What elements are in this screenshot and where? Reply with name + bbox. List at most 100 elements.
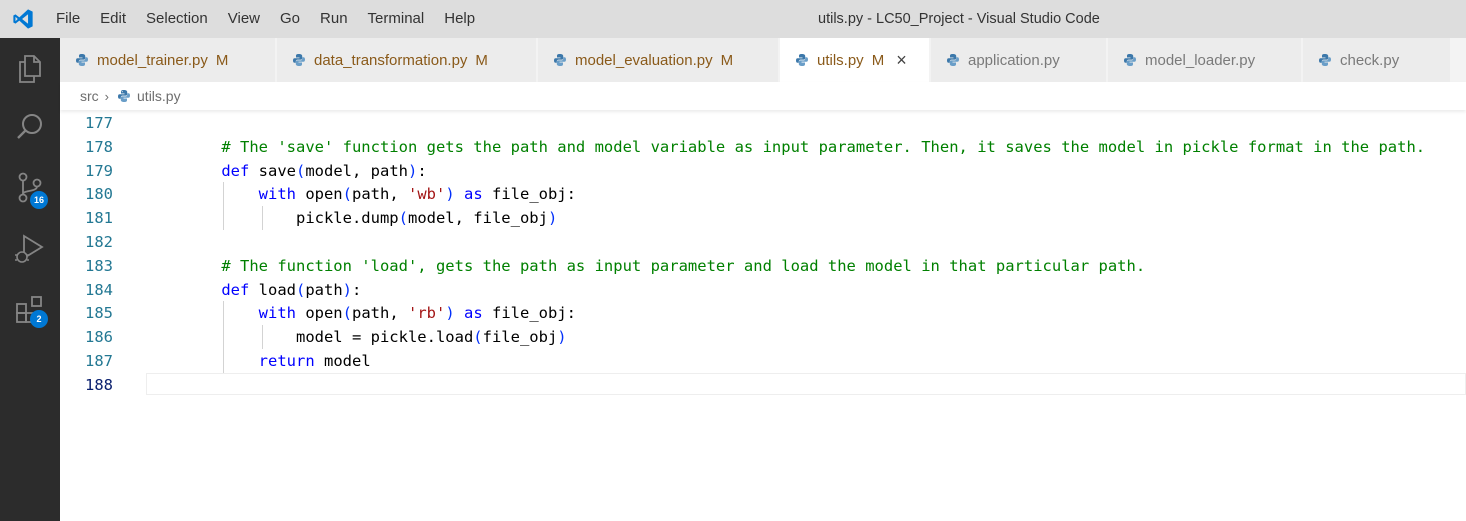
code-line[interactable]: 179 def save(model, path): <box>60 159 1466 183</box>
code-token: : <box>352 280 362 299</box>
code-token: ) <box>408 161 418 180</box>
extensions-button[interactable]: 2 <box>0 282 60 338</box>
tab-data-transformation-py[interactable]: data_transformation.py M <box>277 38 537 82</box>
code-token: model, file_obj <box>407 209 548 228</box>
menu-terminal[interactable]: Terminal <box>358 0 435 38</box>
line-number: 182 <box>85 233 113 251</box>
code-token: ) <box>445 304 455 323</box>
tab-utils-py[interactable]: utils.py M × <box>780 38 930 82</box>
tab-model-evaluation-py[interactable]: model_evaluation.py M <box>538 38 779 82</box>
code-token: def <box>221 161 250 180</box>
python-file-icon <box>292 53 306 67</box>
line-number: 178 <box>85 137 113 156</box>
code-token: load <box>249 280 296 299</box>
menu-go[interactable]: Go <box>270 0 310 38</box>
code-text: pickle.dump(model, file_obj) <box>184 206 557 230</box>
indent-guide <box>261 325 263 349</box>
line-number: 186 <box>85 328 113 347</box>
line-number: 177 <box>85 114 113 132</box>
code-token: with <box>258 185 296 204</box>
code-line[interactable]: 183 # The function 'load', gets the path… <box>60 254 1466 278</box>
indent-guide <box>222 301 224 373</box>
code-token: 'rb' <box>408 304 446 323</box>
breadcrumb-file[interactable]: utils.py <box>137 88 181 104</box>
code-text: model = pickle.load(file_obj) <box>184 325 567 349</box>
code-line[interactable]: 188 <box>60 373 1466 397</box>
code-token: ( <box>342 304 352 323</box>
menu-run[interactable]: Run <box>310 0 358 38</box>
tab-label: model_trainer.py <box>97 51 208 69</box>
code-token: model = pickle.load <box>295 328 474 347</box>
source-control-badge: 16 <box>30 191 48 209</box>
tab-model-trainer-py[interactable]: model_trainer.py M <box>60 38 276 82</box>
menu-file[interactable]: File <box>46 0 90 38</box>
code-token: path, <box>352 304 408 323</box>
code-text: with open(path, 'rb') as file_obj: <box>184 301 576 325</box>
close-tab-icon[interactable]: × <box>896 50 907 71</box>
code-line[interactable]: 178 # The 'save' function gets the path … <box>60 135 1466 159</box>
code-text: with open(path, 'wb') as file_obj: <box>184 182 576 206</box>
code-token: ) <box>547 209 558 228</box>
code-line[interactable]: 184 def load(path): <box>60 278 1466 302</box>
code-token: ( <box>398 209 408 228</box>
menu-selection[interactable]: Selection <box>136 0 218 38</box>
code-line[interactable]: 185 with open(path, 'rb') as file_obj: <box>60 301 1466 325</box>
code-token: def <box>221 280 250 299</box>
run-debug-button[interactable] <box>0 221 60 277</box>
menu-help[interactable]: Help <box>434 0 485 38</box>
code-line[interactable]: 180 with open(path, 'wb') as file_obj: <box>60 182 1466 206</box>
source-control-button[interactable]: 16 <box>0 160 60 216</box>
run-debug-icon <box>15 234 44 263</box>
tab-application-py[interactable]: application.py <box>931 38 1107 82</box>
menu-edit[interactable]: Edit <box>90 0 136 38</box>
code-line[interactable]: 177 <box>60 111 1466 135</box>
code-editor[interactable]: 177 178 # The 'save' function gets the pa… <box>60 110 1466 521</box>
tab-label: data_transformation.py <box>314 51 468 69</box>
search-icon <box>17 114 42 139</box>
line-number: 188 <box>85 375 113 394</box>
code-token: pickle.dump <box>295 209 399 228</box>
explorer-button[interactable] <box>0 41 60 97</box>
tab-label: application.py <box>968 51 1060 69</box>
python-file-icon <box>946 53 960 67</box>
line-number: 181 <box>85 209 113 228</box>
tab-model-loader-py[interactable]: model_loader.py <box>1108 38 1302 82</box>
tab-label: model_loader.py <box>1145 51 1256 69</box>
code-token: ( <box>342 185 352 204</box>
code-text: return model <box>184 349 371 373</box>
code-token: ) <box>445 185 455 204</box>
code-line[interactable]: 181 pickle.dump(model, file_obj) <box>60 206 1466 230</box>
tab-label: utils.py <box>817 51 864 69</box>
menu-view[interactable]: View <box>218 0 270 38</box>
search-button[interactable] <box>0 99 60 155</box>
code-token: path <box>305 280 343 299</box>
code-token: # The function 'load', gets the path as … <box>221 256 1146 275</box>
code-text: # The 'save' function gets the path and … <box>184 135 1425 159</box>
code-token: file_obj: <box>482 185 577 204</box>
modified-indicator: M <box>215 51 229 69</box>
tab-check-py[interactable]: check.py <box>1303 38 1451 82</box>
modified-indicator: M <box>720 51 734 69</box>
python-file-icon <box>1318 53 1332 67</box>
code-token: model, path <box>305 161 408 180</box>
line-number: 187 <box>85 352 113 370</box>
code-line[interactable]: 186 model = pickle.load(file_obj) <box>60 325 1466 349</box>
vscode-logo-icon[interactable] <box>0 0 46 38</box>
code-token: 'wb' <box>408 185 446 204</box>
code-line[interactable]: 187 return model <box>60 349 1466 373</box>
code-line[interactable]: 182 <box>60 230 1466 254</box>
code-token: return <box>258 352 315 370</box>
code-token: ( <box>296 280 306 299</box>
breadcrumb-folder[interactable]: src <box>80 88 99 104</box>
indent-guide <box>222 182 224 230</box>
code-token: ) <box>342 280 353 299</box>
code-text: def save(model, path): <box>184 159 426 183</box>
